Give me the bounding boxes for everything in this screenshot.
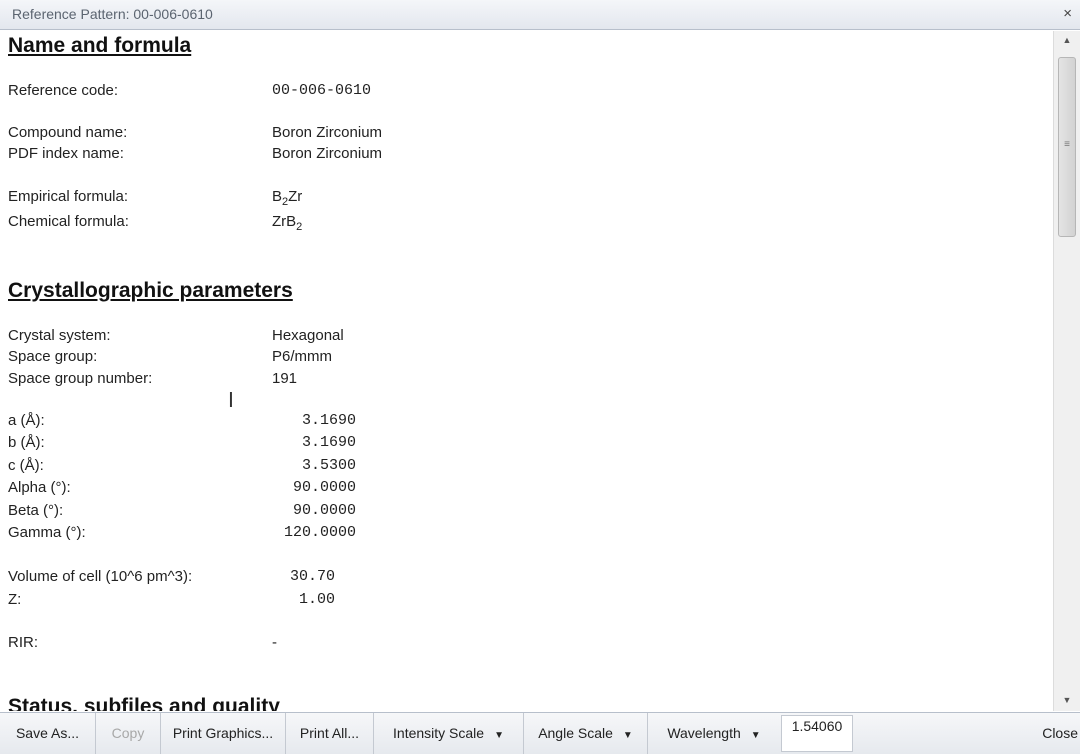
reference-code-label: Reference code: [8,82,119,99]
window-title: Reference Pattern: 00-006-0610 [12,6,213,22]
scroll-down-icon[interactable]: ▼ [1054,691,1080,709]
chevron-down-icon: ▼ [750,730,761,741]
pdf-index-name-label: PDF index name: [8,145,124,162]
c-label: c (Å): [8,457,44,474]
volume-value: 30.70 [289,568,335,585]
space-group-label: Space group: [8,348,98,365]
section-title-status: Status, subfiles and quality [8,695,280,711]
gamma-value: 120.0000 [283,524,356,541]
c-value: 3.5300 [301,457,356,474]
copy-button[interactable]: Copy [96,713,161,754]
crystal-system-value: Hexagonal [272,327,344,344]
print-graphics-button[interactable]: Print Graphics... [161,713,286,754]
scrollbar-thumb[interactable]: ≡ [1058,57,1076,237]
gamma-label: Gamma (°): [8,524,86,541]
text-cursor-icon: I [228,388,234,412]
section-title-crystallographic: Crystallographic parameters [8,279,293,302]
a-value: 3.1690 [301,412,356,429]
z-label: Z: [8,591,22,608]
b-value: 3.1690 [301,434,356,451]
report-content: Name and formula Reference code: 00-006-… [0,31,1052,711]
rir-value: - [272,634,277,651]
print-all-button[interactable]: Print All... [286,713,374,754]
volume-label: Volume of cell (10^6 pm^3): [8,568,193,585]
beta-label: Beta (°): [8,502,64,519]
b-label: b (Å): [8,434,45,451]
bottom-toolbar: Save As... Copy Print Graphics... Print … [0,712,1080,754]
empirical-formula-label: Empirical formula: [8,188,129,205]
angle-scale-dropdown[interactable]: Angle Scale ▼ [524,713,648,754]
alpha-value: 90.0000 [292,479,356,496]
chevron-down-icon: ▼ [622,730,633,741]
chevron-down-icon: ▼ [494,730,504,741]
close-window-icon[interactable]: × [1063,5,1072,22]
beta-value: 90.0000 [292,502,356,519]
alpha-label: Alpha (°): [8,479,71,496]
wavelength-value-field[interactable]: 1.54060 [781,715,853,752]
pdf-index-name-value: Boron Zirconium [272,145,383,162]
chemical-formula-value: ZrB2 [272,213,303,233]
z-value: 1.00 [298,591,335,608]
a-label: a (Å): [8,412,45,429]
scroll-up-icon[interactable]: ▲ [1054,31,1080,49]
space-group-number-value: 191 [272,370,298,387]
compound-name-label: Compound name: [8,124,128,141]
rir-label: RIR: [8,634,38,651]
vertical-scrollbar[interactable]: ▲ ≡ ▼ [1053,31,1080,711]
chemical-formula-label: Chemical formula: [8,213,129,230]
close-button[interactable]: Close [1030,713,1080,754]
compound-name-value: Boron Zirconium [272,124,383,141]
space-group-value: P6/mmm [272,348,332,365]
save-as-button[interactable]: Save As... [0,713,96,754]
reference-code-value: 00-006-0610 [272,82,372,99]
intensity-scale-dropdown[interactable]: Intensity Scale ▼ [374,713,524,754]
grip-icon: ≡ [1064,139,1070,150]
space-group-number-label: Space group number: [8,370,153,387]
section-title-name-formula: Name and formula [8,34,192,57]
wavelength-dropdown[interactable]: Wavelength ▼ [648,713,780,754]
title-bar: Reference Pattern: 00-006-0610 × [0,0,1080,30]
crystal-system-label: Crystal system: [8,327,111,344]
empirical-formula-value: B2Zr [272,188,303,208]
